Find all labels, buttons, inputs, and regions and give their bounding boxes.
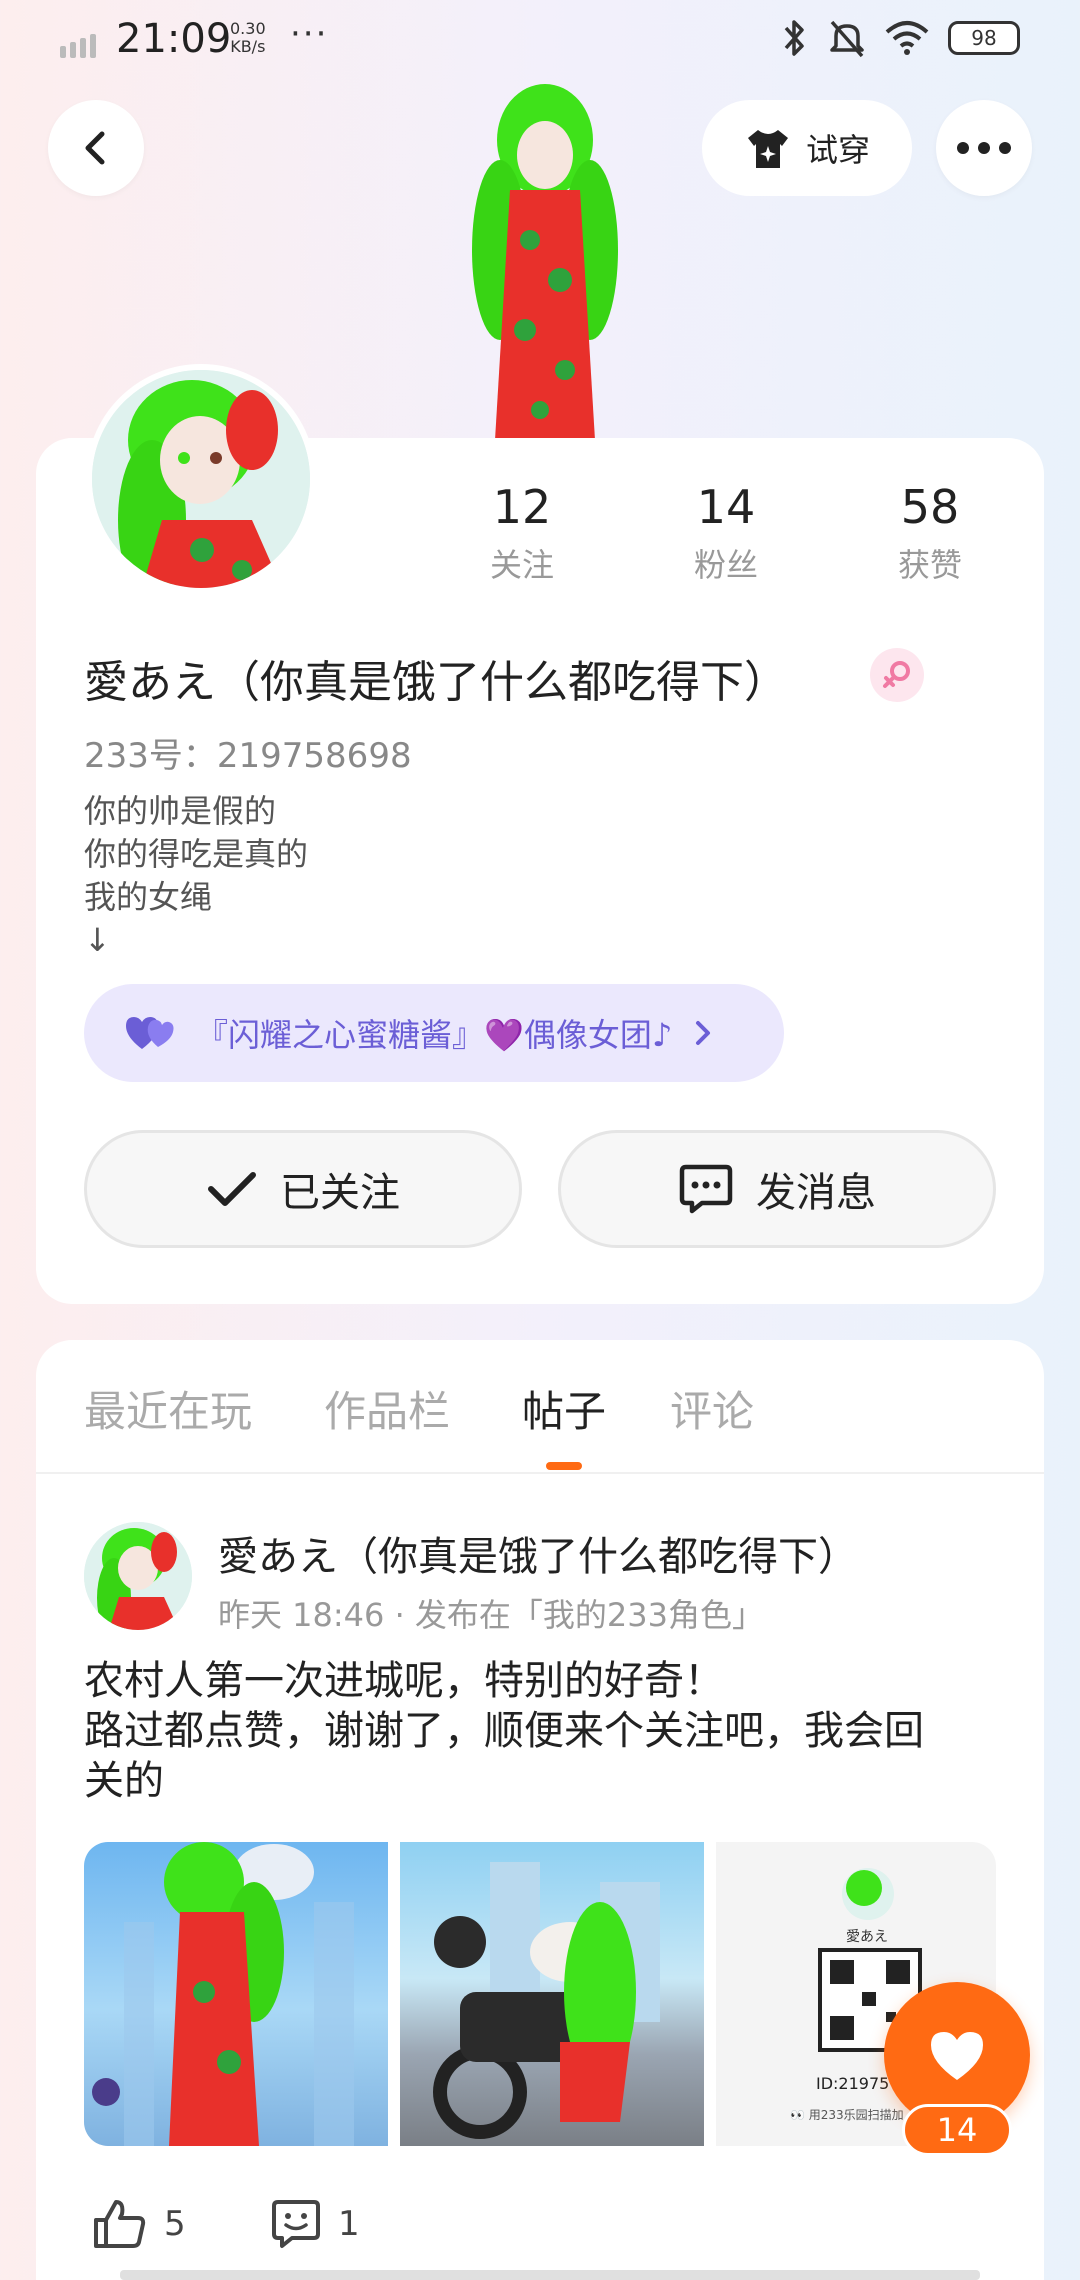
female-gender-icon xyxy=(870,648,924,702)
thumbs-up-icon xyxy=(94,2200,146,2248)
stat-following[interactable]: 12 关注 xyxy=(442,480,602,586)
stat-value: 58 xyxy=(900,480,960,534)
tabs-divider xyxy=(36,1472,1044,1474)
battery-icon: 98 xyxy=(948,21,1020,55)
qr-card-footer: 👀 用233乐园扫描加 xyxy=(790,2108,904,2122)
bio-line: 你的帅是假的 xyxy=(84,792,277,830)
checkmark-icon xyxy=(208,1172,256,1206)
send-message-button[interactable]: 发消息 xyxy=(558,1130,996,1248)
chevron-right-icon xyxy=(696,1021,711,1045)
hero-avatar-figure xyxy=(472,84,618,440)
post-text[interactable]: 农村人第一次进城呢，特别的好奇！ 路过都点赞，谢谢了，顺便来个关注吧，我会回 关… xyxy=(84,1656,1014,1806)
post-author-avatar[interactable] xyxy=(84,1522,192,1630)
mute-icon xyxy=(830,20,864,58)
try-on-label: 试穿 xyxy=(805,131,870,169)
bio-line: 你的得吃是真的 xyxy=(84,835,309,873)
back-button[interactable] xyxy=(48,100,144,196)
bio-line: ↓ xyxy=(84,921,111,959)
user-id: 233号：219758698 xyxy=(84,736,412,776)
wifi-icon xyxy=(885,21,929,55)
post-text-line: 路过都点赞，谢谢了，顺便来个关注吧，我会回 xyxy=(84,1708,924,1754)
post-image-2[interactable] xyxy=(400,1842,704,2146)
tab-works[interactable]: 作品栏 xyxy=(324,1378,450,1439)
next-post-preview-strip xyxy=(120,2270,980,2280)
bio: 你的帅是假的 你的得吃是真的 我的女绳 ↓ xyxy=(84,790,308,962)
status-more-dots: ··· xyxy=(290,14,329,54)
stat-likes: 58 获赞 xyxy=(850,480,1010,586)
chevron-left-icon xyxy=(85,131,105,165)
send-message-label: 发消息 xyxy=(756,1170,876,1216)
comment-icon xyxy=(272,2200,320,2248)
post-like-button[interactable]: 5 xyxy=(92,2198,186,2250)
stat-followers[interactable]: 14 粉丝 xyxy=(646,480,806,586)
group-name: 『闪耀之心蜜糖酱』💜偶像女团♪ xyxy=(196,1016,673,1054)
post-text-line: 关的 xyxy=(84,1758,164,1804)
post-author-name[interactable]: 愛あえ（你真是饿了什么都吃得下） xyxy=(218,1524,858,1582)
stat-label: 关注 xyxy=(489,546,554,584)
post-comment-button[interactable]: 1 xyxy=(270,2198,360,2250)
tab-indicator xyxy=(546,1462,582,1470)
tshirt-icon xyxy=(747,130,788,168)
avatar[interactable] xyxy=(86,364,316,594)
tab-recently-played[interactable]: 最近在玩 xyxy=(84,1378,252,1439)
qr-card-name: 愛あえ xyxy=(846,1929,888,1945)
tab-posts[interactable]: 帖子 xyxy=(522,1378,606,1439)
qr-card-id: ID:21975 xyxy=(816,2074,890,2093)
group-link[interactable]: 『闪耀之心蜜糖酱』💜偶像女团♪ xyxy=(84,984,784,1082)
more-button[interactable] xyxy=(936,100,1032,196)
stat-value: 14 xyxy=(696,480,756,534)
clock: 21:09 xyxy=(116,16,232,62)
bio-line: 我的女绳 xyxy=(84,878,213,916)
signal-icon xyxy=(60,34,96,58)
try-on-button[interactable]: 试穿 xyxy=(702,100,912,196)
stat-label: 粉丝 xyxy=(693,546,758,584)
bluetooth-icon xyxy=(784,20,804,56)
post-meta: 昨天 18:46 · 发布在「我的233角色」 xyxy=(218,1596,764,1634)
net-speed: 0.30 KB/s xyxy=(230,19,266,56)
post-like-count: 5 xyxy=(164,2204,186,2244)
status-icons: 98 xyxy=(780,18,1020,58)
post-comment-count: 1 xyxy=(338,2204,360,2244)
profile-nickname: 愛あえ（你真是饿了什么都吃得下） xyxy=(84,657,788,708)
post-image-1[interactable] xyxy=(84,1842,388,2146)
followed-button[interactable]: 已关注 xyxy=(84,1130,522,1248)
like-count-badge: 14 xyxy=(902,2104,1012,2156)
more-dots-icon xyxy=(957,142,1011,154)
tab-comments[interactable]: 评论 xyxy=(670,1378,754,1439)
followed-label: 已关注 xyxy=(280,1170,400,1216)
hearts-icon xyxy=(126,1017,174,1049)
status-bar: 21:09 0.30 KB/s ··· 98 xyxy=(0,0,1080,84)
stat-value: 12 xyxy=(492,480,552,534)
post-text-line: 农村人第一次进城呢，特别的好奇！ xyxy=(84,1658,724,1704)
post-avatar-image xyxy=(84,1522,192,1630)
chat-bubble-icon xyxy=(679,1164,733,1214)
stat-label: 获赞 xyxy=(897,546,962,584)
heart-icon xyxy=(931,2032,983,2080)
avatar-image xyxy=(92,370,310,588)
